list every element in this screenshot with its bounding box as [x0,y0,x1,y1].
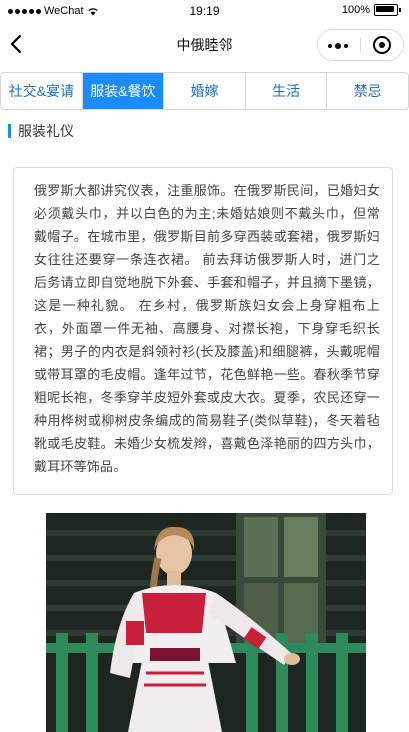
nav-bar: 中俄睦邻 [0,24,409,64]
capsule-divider [360,37,361,53]
status-battery: 100% [342,4,401,16]
section-title: 服装礼仪 [18,123,74,139]
tab-social-banquet[interactable]: 社交&宴请 [1,73,83,109]
tab-wedding[interactable]: 婚嫁 [164,73,246,109]
tab-taboos[interactable]: 禁忌 [327,73,408,109]
section-accent-bar [8,124,11,138]
tab-life[interactable]: 生活 [246,73,328,109]
costume-photo-image [46,513,366,732]
battery-icon [374,4,398,16]
section-header: 服装礼仪 [8,123,74,139]
tab-clothing-dining[interactable]: 服装&餐饮 [82,73,165,109]
category-tabs: 社交&宴请 服装&餐饮 婚嫁 生活 禁忌 [0,72,409,110]
mini-program-capsule [317,29,404,61]
article-card: 俄罗斯大都讲究仪表，注重服饰。在俄罗斯民间，已婚妇女必须戴头巾，并以白色的为主;… [13,167,393,495]
close-target-icon[interactable] [373,36,391,54]
costume-photo [46,513,366,732]
more-options-icon[interactable] [328,43,348,49]
status-bar: WeChat 19:19 100% [0,0,409,24]
article-body: 俄罗斯大都讲究仪表，注重服饰。在俄罗斯民间，已婚妇女必须戴头巾，并以白色的为主;… [34,183,380,474]
battery-label: 100% [341,4,370,16]
